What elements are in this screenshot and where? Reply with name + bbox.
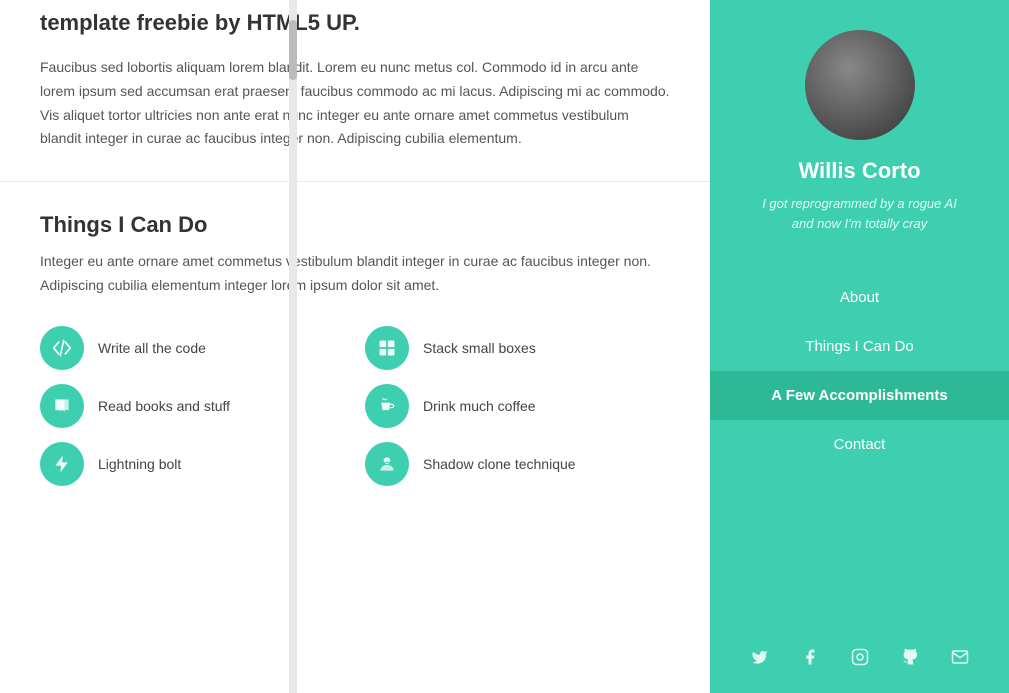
skill-label-boxes: Stack small boxes (423, 340, 536, 356)
profile-tagline: I got reprogrammed by a rogue AIand now … (762, 194, 957, 233)
sidebar-nav: About Things I Can Do A Few Accomplishme… (710, 273, 1009, 469)
skill-item-code: Write all the code (40, 326, 345, 370)
github-icon[interactable] (894, 641, 926, 673)
sidebar: Willis Corto I got reprogrammed by a rog… (710, 0, 1009, 693)
intro-section: template freebie by HTML5 UP. Faucibus s… (0, 0, 710, 182)
skill-item-boxes: Stack small boxes (365, 326, 670, 370)
profile-name: Willis Corto (798, 158, 920, 184)
intro-body: Faucibus sed lobortis aliquam lorem blan… (40, 56, 670, 151)
scrollbar-thumb[interactable] (289, 20, 297, 80)
skill-item-coffee: Drink much coffee (365, 384, 670, 428)
bolt-icon (40, 442, 84, 486)
boxes-icon (365, 326, 409, 370)
ninja-icon (365, 442, 409, 486)
skills-grid: Write all the code Stack small boxes (40, 326, 670, 486)
twitter-icon[interactable] (744, 641, 776, 673)
skill-label-ninja: Shadow clone technique (423, 456, 576, 472)
instagram-icon[interactable] (844, 641, 876, 673)
email-icon[interactable] (944, 641, 976, 673)
book-icon (40, 384, 84, 428)
nav-item-contact[interactable]: Contact (710, 420, 1009, 469)
profile-section: Willis Corto I got reprogrammed by a rog… (710, 0, 1009, 263)
skill-item-ninja: Shadow clone technique (365, 442, 670, 486)
skills-section: Things I Can Do Integer eu ante ornare a… (0, 182, 710, 526)
skill-label-code: Write all the code (98, 340, 206, 356)
skill-label-coffee: Drink much coffee (423, 398, 536, 414)
nav-item-things[interactable]: Things I Can Do (710, 322, 1009, 371)
avatar (805, 30, 915, 140)
main-content: template freebie by HTML5 UP. Faucibus s… (0, 0, 710, 693)
coffee-icon (365, 384, 409, 428)
skill-item-book: Read books and stuff (40, 384, 345, 428)
skill-item-bolt: Lightning bolt (40, 442, 345, 486)
nav-item-about[interactable]: About (710, 273, 1009, 322)
facebook-icon[interactable] (794, 641, 826, 673)
skills-description: Integer eu ante ornare amet commetus ves… (40, 250, 670, 298)
code-icon (40, 326, 84, 370)
skills-title: Things I Can Do (40, 212, 670, 238)
nav-item-accomplishments[interactable]: A Few Accomplishments (710, 371, 1009, 420)
scrollbar-track[interactable] (289, 0, 297, 693)
skill-label-bolt: Lightning bolt (98, 456, 181, 472)
social-links (710, 621, 1009, 693)
intro-title: template freebie by HTML5 UP. (40, 10, 670, 36)
skill-label-book: Read books and stuff (98, 398, 230, 414)
